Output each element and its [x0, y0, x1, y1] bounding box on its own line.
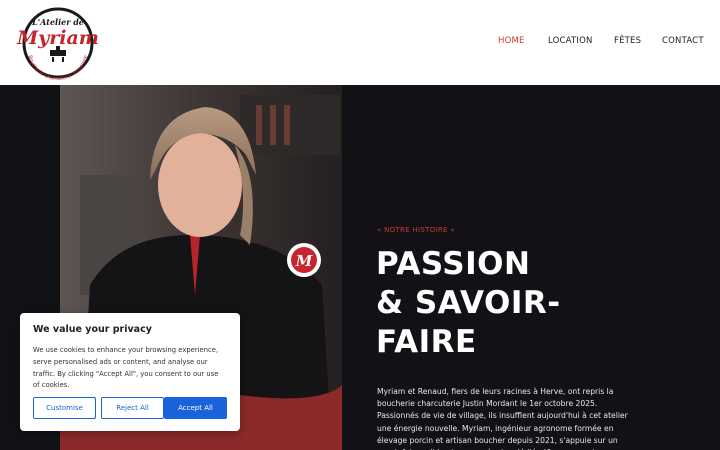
reject-all-button[interactable]: Reject All: [101, 397, 164, 419]
cookie-button-row: Customise Reject All Accept All: [33, 397, 227, 419]
customise-button[interactable]: Customise: [33, 397, 96, 419]
jacket-badge-text: M: [295, 252, 313, 270]
cookie-description: We use cookies to enhance your browsing …: [33, 346, 219, 390]
section-eyebrow: « NOTRE HISTOIRE »: [377, 226, 455, 234]
headline-line-3: FAIRE: [376, 324, 477, 360]
main-nav: HOME LOCATION FÊTES CONTACT: [0, 36, 720, 50]
story-paragraph: Myriam et Renaud, fiers de leurs racines…: [377, 387, 628, 450]
nav-item-home[interactable]: HOME: [498, 36, 525, 46]
hero-headline: PASSION & SAVOIR- FAIRE: [376, 245, 606, 362]
nav-item-contact[interactable]: CONTACT: [662, 36, 704, 46]
headline-line-1: PASSION: [376, 246, 531, 282]
accept-all-button[interactable]: Accept All: [164, 397, 227, 419]
logo-top-text: L'Atelier de: [31, 17, 84, 27]
headline-line-2: & SAVOIR-: [376, 285, 561, 321]
nav-item-location[interactable]: LOCATION: [548, 36, 593, 46]
cookie-title: We value your privacy: [33, 324, 152, 335]
site-header: L'Atelier de Myriam Boucherie Charcuteri…: [0, 0, 720, 85]
nav-item-fetes[interactable]: FÊTES: [614, 36, 641, 46]
cookie-consent-banner: We value your privacy We use cookies to …: [20, 313, 240, 431]
